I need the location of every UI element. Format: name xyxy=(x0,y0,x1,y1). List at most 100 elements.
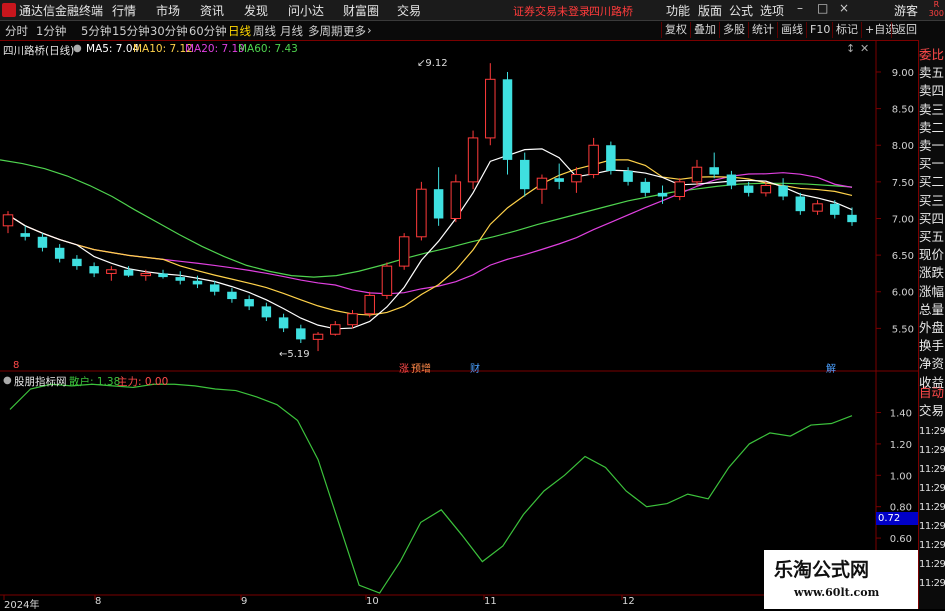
watermark-title: 乐淘公式网 xyxy=(774,559,870,581)
settings-dot-icon-sub[interactable]: ● xyxy=(3,375,12,386)
menu-news[interactable]: 资讯 xyxy=(200,2,224,19)
menu-options[interactable]: 选项 xyxy=(760,2,784,19)
high-price-label: ↙9.12 xyxy=(417,58,448,69)
menu-function[interactable]: 功能 xyxy=(666,2,690,19)
marker-unlock[interactable]: 解 xyxy=(826,360,836,375)
candle-body xyxy=(192,280,203,285)
candle-body xyxy=(175,277,185,281)
candle-body xyxy=(244,299,254,307)
trade-time: 11:29 xyxy=(919,559,945,570)
chevron-right-icon[interactable]: › xyxy=(367,23,372,37)
candle-body xyxy=(433,189,444,219)
menu-layout[interactable]: 版面 xyxy=(698,2,722,19)
tab-60min[interactable]: 60分钟 xyxy=(189,23,227,39)
mark-button[interactable]: 标记 xyxy=(832,22,861,38)
menu-quotes[interactable]: 行情 xyxy=(112,2,136,19)
y-tick-label: 7.00 xyxy=(892,214,914,225)
candle-body xyxy=(381,265,393,296)
menu-ask[interactable]: 问小达 xyxy=(288,2,324,19)
candle-body xyxy=(106,269,117,274)
candle-body xyxy=(312,333,324,340)
candle-body xyxy=(726,174,737,186)
candle-body xyxy=(691,166,703,183)
candle-body xyxy=(830,203,840,215)
multi-stock-button[interactable]: 多股 xyxy=(719,22,748,38)
candle-body xyxy=(398,236,410,267)
candle-body xyxy=(519,159,530,190)
marker-finance[interactable]: 财 xyxy=(470,360,480,375)
draw-button[interactable]: 画线 xyxy=(777,22,806,38)
marker-profit-forecast[interactable]: 预增 xyxy=(411,360,431,375)
zoom-icon[interactable]: ↕ xyxy=(846,42,855,55)
tab-more[interactable]: 更多 xyxy=(343,23,366,39)
quote-panel: 委比 卖五 卖四 卖三 卖二 卖一 买一 买二 买三 买四 买五 现价 涨跌 涨幅 总量 外盘 换手 净资 收益 自动… xyxy=(918,40,945,609)
settings-dot-icon[interactable]: ● xyxy=(73,43,82,54)
marker-rise[interactable]: 涨 xyxy=(399,360,409,375)
minimize-icon[interactable]: – xyxy=(797,1,803,15)
close-panel-icon[interactable]: ✕ xyxy=(860,42,869,55)
candle-body xyxy=(227,291,237,300)
close-icon[interactable]: × xyxy=(839,1,849,15)
current-value-tag: 0.72 xyxy=(876,512,920,525)
chart-area[interactable]: 9.00 8.50 8.00 7.50 7.00 6.50 6.00 5.50 1.40 1.2… xyxy=(0,40,918,609)
trade-time: 11:29 xyxy=(919,540,945,551)
overlay-button[interactable]: 叠加 xyxy=(690,22,719,38)
f10-button[interactable]: F10 xyxy=(806,22,833,38)
tab-5min[interactable]: 5分钟 xyxy=(81,23,111,39)
watermark: 乐淘公式网 www.60lt.com xyxy=(764,550,918,609)
tab-15min[interactable]: 15分钟 xyxy=(112,23,150,39)
candle-body xyxy=(588,144,599,176)
candle-body xyxy=(2,214,14,227)
menu-market[interactable]: 市场 xyxy=(156,2,180,19)
candle-body xyxy=(278,317,289,329)
tab-monthly[interactable]: 月线 xyxy=(280,23,303,39)
candle-body xyxy=(72,258,82,267)
candle-body xyxy=(743,185,754,193)
candle-body xyxy=(778,185,788,197)
app-logo-icon xyxy=(2,3,16,17)
candle-body xyxy=(89,266,99,274)
login-notice[interactable]: 证券交易未登录 xyxy=(513,3,590,19)
sub-tick-label: 1.00 xyxy=(890,471,912,482)
candle-body xyxy=(657,192,668,197)
tab-daily[interactable]: 日线 xyxy=(228,23,251,39)
stats-button[interactable]: 统计 xyxy=(748,22,777,38)
tab-multi-period[interactable]: 多周期 xyxy=(308,23,343,39)
y-tick-label: 7.50 xyxy=(892,178,914,189)
menu-formula[interactable]: 公式 xyxy=(729,2,753,19)
trade-time: 11:29 xyxy=(919,464,945,475)
adjust-button[interactable]: 复权 xyxy=(661,22,690,38)
stock-period-label: 四川路桥(日线) xyxy=(3,45,75,57)
maximize-icon[interactable]: □ xyxy=(817,1,828,15)
quote-label-14: 总量 xyxy=(919,301,945,317)
quote-label-19[interactable]: 自动 xyxy=(919,384,945,402)
candle-body xyxy=(571,174,582,183)
candle-body xyxy=(347,313,358,326)
x-label-aug: 8 xyxy=(95,596,102,607)
left-marker[interactable]: 8 xyxy=(13,360,19,371)
tab-30min[interactable]: 30分钟 xyxy=(150,23,188,39)
ma5-path xyxy=(7,148,853,330)
menu-bar: 通达信金融终端 行情 市场 资讯 发现 问小达 财富圈 交易 证券交易未登录 四… xyxy=(0,0,945,21)
menu-trade[interactable]: 交易 xyxy=(397,2,421,19)
badge-letter: R xyxy=(933,0,940,9)
candle-body xyxy=(450,181,462,219)
ma20-label: MA20: 7.19 xyxy=(185,43,245,55)
guest-user[interactable]: 游客 xyxy=(894,2,918,19)
quote-label-7: 买二 xyxy=(919,174,945,190)
retail-line xyxy=(9,383,853,594)
back-button[interactable]: 返回 xyxy=(891,22,920,38)
trade-time: 11:29 xyxy=(919,445,945,456)
tab-timeshare[interactable]: 分时 xyxy=(5,23,28,39)
menu-discover[interactable]: 发现 xyxy=(244,2,268,19)
ma5-label: MA5: 7.04 xyxy=(86,43,140,55)
trade-time: 11:29 xyxy=(919,578,945,589)
badge-number: 300 xyxy=(928,9,944,18)
r300-badge: R 300 xyxy=(929,0,944,18)
menu-wealth[interactable]: 财富圈 xyxy=(343,2,379,19)
tab-1min[interactable]: 1分钟 xyxy=(36,23,66,39)
quote-label-20[interactable]: 交易 xyxy=(919,402,945,420)
tab-weekly[interactable]: 周线 xyxy=(253,23,276,39)
candle-body xyxy=(140,272,152,277)
quote-label-17: 净资 xyxy=(919,356,945,372)
